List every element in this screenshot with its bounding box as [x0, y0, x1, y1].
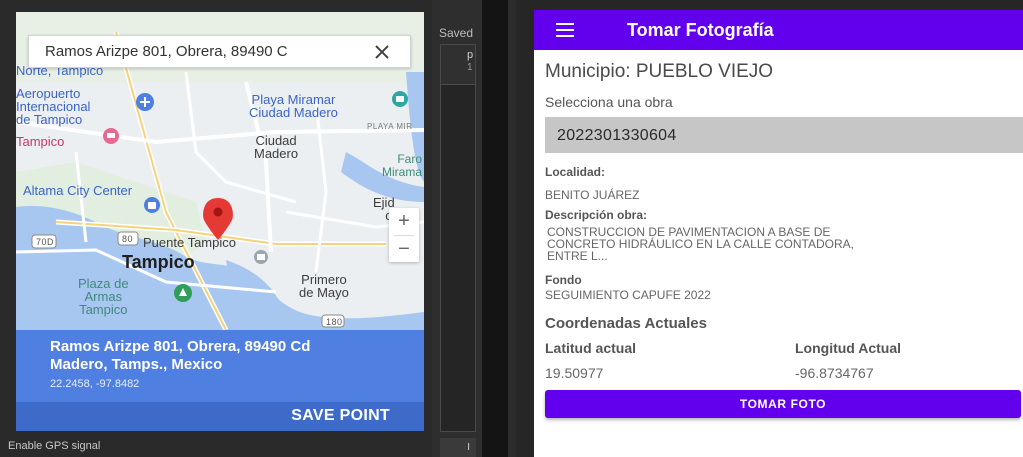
descripcion-value: CONSTRUCCION DE PAVIMENTACION A BASE DE … — [547, 225, 854, 263]
tomar-foto-button[interactable]: TOMAR FOTO — [545, 390, 1021, 418]
divider-bar — [508, 0, 516, 457]
map-label-plaza-armas: Plaza de Armas Tampico — [78, 276, 129, 317]
latitude-label: Latitud actual — [545, 340, 637, 356]
saved-heading: Saved — [439, 26, 474, 40]
map-label-tampico-pink: Tampico — [16, 134, 65, 149]
search-input-text[interactable]: Ramos Arizpe 801, Obrera, 89490 C — [45, 43, 365, 60]
saved-action-button[interactable]: I — [440, 438, 476, 457]
map-label-faro: Faro Mirama — [382, 152, 423, 179]
coordinates-heading: Coordenadas Actuales — [545, 315, 707, 332]
map-label-ciudad-madero: Ciudad Madero — [254, 133, 299, 161]
screenshot: Norte, Tampico Aeropuerto Internacional … — [0, 0, 1023, 457]
map-label-hwy180: 180 — [326, 317, 343, 327]
app-title: Tomar Fotografía — [627, 20, 774, 40]
zoom-out-button[interactable]: − — [389, 236, 419, 263]
zoom-control: + − — [389, 208, 419, 262]
fondo-label: Fondo — [545, 273, 582, 287]
address-search-input[interactable]: Ramos Arizpe 801, Obrera, 89490 C — [28, 35, 411, 68]
localidad-label: Localidad: — [545, 165, 606, 179]
saved-list: p 1 — [440, 44, 476, 432]
zoom-in-button[interactable]: + — [389, 208, 419, 235]
saved-item-subtitle: 1 — [467, 62, 473, 73]
map-label-hwy80: 80 — [122, 234, 134, 244]
enable-gps-link[interactable]: Enable GPS signal — [8, 440, 100, 452]
map-label-tampico: Tampico — [122, 252, 195, 272]
fondo-value: SEGUIMIENTO CAPUFE 2022 — [545, 288, 711, 302]
map-label-puente: Puente Tampico — [143, 235, 236, 250]
saved-item-title: p — [467, 49, 474, 61]
tomar-fotografia-screen: Tomar Fotografía Municipio: PUEBLO VIEJO… — [534, 10, 1023, 457]
obra-select-label: Selecciona una obra — [545, 94, 673, 110]
localidad-value: BENITO JUÁREZ — [545, 188, 640, 202]
close-icon[interactable] — [372, 42, 392, 62]
hamburger-menu-icon[interactable] — [556, 23, 574, 37]
window-divider — [482, 0, 516, 457]
selected-address: Ramos Arizpe 801, Obrera, 89490 Cd Mader… — [50, 338, 311, 373]
map-label-primero-mayo: Primero de Mayo — [299, 272, 349, 300]
saved-points-panel: Saved p 1 I — [432, 0, 482, 457]
longitude-value: -96.8734767 — [795, 365, 874, 381]
map-label-altama: Altama City Center — [23, 183, 133, 198]
saved-list-item[interactable]: p 1 — [441, 45, 475, 85]
map-label-playa-miramar: Playa Miramar Ciudad Madero — [249, 92, 338, 120]
descripcion-label: Descripción obra: — [545, 208, 648, 222]
selected-address-panel: Ramos Arizpe 801, Obrera, 89490 Cd Mader… — [16, 330, 424, 402]
obra-select[interactable]: 2022301330604 — [545, 117, 1023, 153]
selected-coordinates: 22.2458, -97.8482 — [50, 378, 140, 390]
map-label-playa-mir: PLAYA MIR — [367, 122, 413, 131]
map-picker-panel: Norte, Tampico Aeropuerto Internacional … — [0, 0, 432, 457]
longitude-label: Longitud Actual — [795, 340, 902, 356]
obra-select-value: 2022301330604 — [557, 127, 677, 144]
map-label-aeropuerto: Aeropuerto Internacional de Tampico — [16, 86, 91, 127]
map-view[interactable]: Norte, Tampico Aeropuerto Internacional … — [16, 12, 424, 330]
municipio-heading: Municipio: PUEBLO VIEJO — [545, 61, 774, 82]
save-point-button[interactable]: SAVE POINT — [291, 407, 390, 425]
app-bar: Tomar Fotografía — [534, 10, 1023, 50]
latitude-value: 19.50977 — [545, 365, 604, 381]
map-label-hwy70: 70D — [36, 237, 55, 247]
save-bar: SAVE POINT — [16, 402, 424, 431]
